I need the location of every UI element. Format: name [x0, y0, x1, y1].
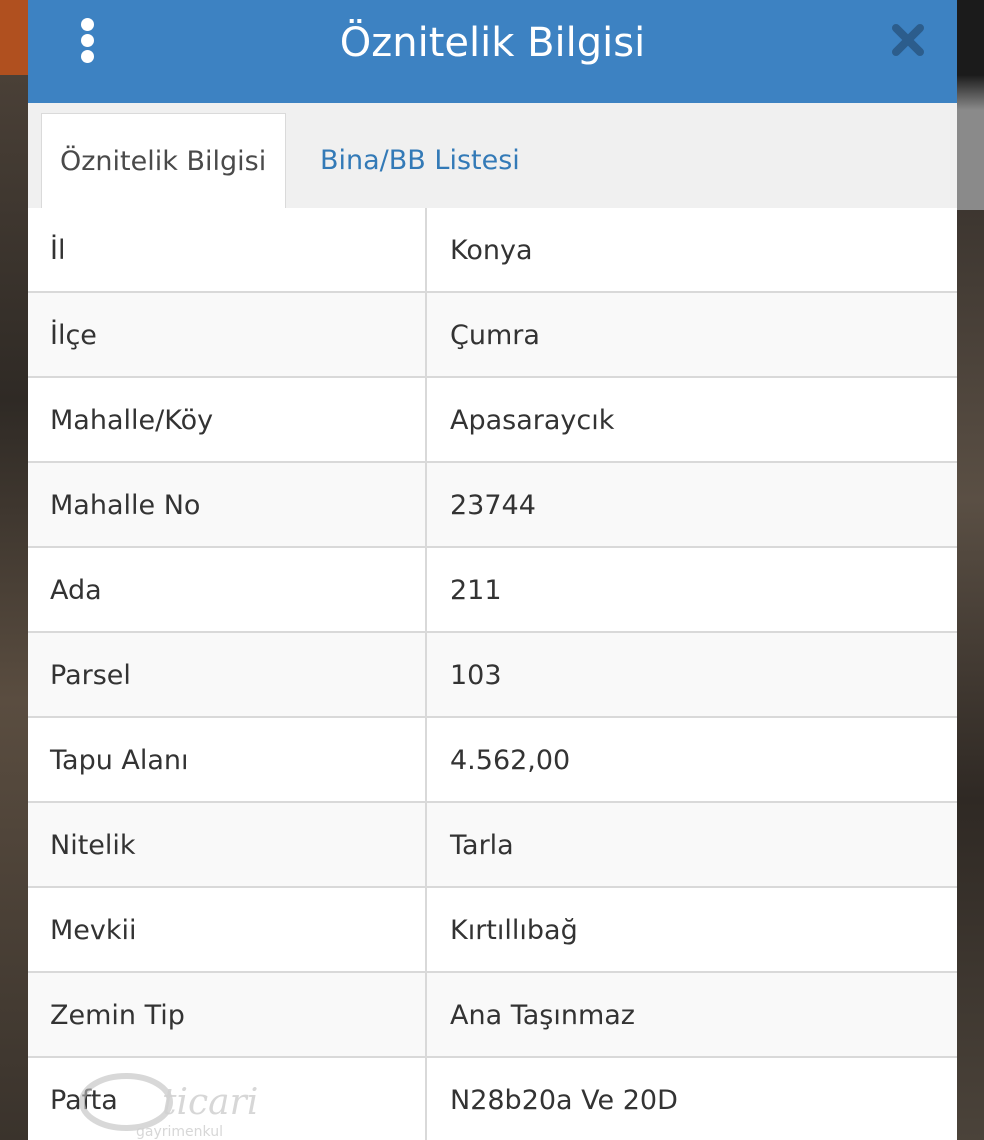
- attribute-value: Ana Taşınmaz: [450, 1000, 635, 1031]
- map-background-right: [956, 0, 984, 1140]
- attribute-value: 211: [450, 575, 502, 606]
- table-row: Mahalle/Köy Apasaraycık: [28, 378, 957, 463]
- attribute-value: N28b20a Ve 20D: [450, 1085, 678, 1116]
- tab-bar: Öznitelik Bilgisi Bina/BB Listesi: [28, 103, 957, 210]
- attribute-key: Mahalle/Köy: [28, 378, 427, 461]
- dialog-title: Öznitelik Bilgisi: [339, 20, 646, 66]
- table-row: Mevkii Kırtıllıbağ: [28, 888, 957, 973]
- attribute-value: Kırtıllıbağ: [450, 915, 578, 946]
- attribute-key: Ada: [28, 548, 427, 631]
- table-row: Pafta N28b20a Ve 20D: [28, 1058, 957, 1140]
- attribute-key: Mevkii: [28, 888, 427, 971]
- attribute-info-dialog: Öznitelik Bilgisi Öznitelik Bilgisi Bina…: [28, 0, 957, 1140]
- attribute-value: Çumra: [450, 320, 540, 351]
- table-row: İl Konya: [28, 208, 957, 293]
- table-row: Nitelik Tarla: [28, 803, 957, 888]
- table-row: İlçe Çumra: [28, 293, 957, 378]
- dialog-header: Öznitelik Bilgisi: [28, 0, 957, 103]
- attribute-key: Zemin Tip: [28, 973, 427, 1056]
- attribute-value: 23744: [450, 490, 536, 521]
- attribute-key: Pafta: [28, 1058, 427, 1140]
- attribute-key: Mahalle No: [28, 463, 427, 546]
- attribute-value: 103: [450, 660, 502, 691]
- table-row: Mahalle No 23744: [28, 463, 957, 548]
- map-background-left: [0, 0, 28, 1140]
- attribute-table: İl Konya İlçe Çumra Mahalle/Köy Apasaray…: [28, 208, 957, 1140]
- attribute-value: Apasaraycık: [450, 405, 615, 436]
- attribute-key: İlçe: [28, 293, 427, 376]
- close-icon[interactable]: [888, 20, 928, 60]
- attribute-value: Tarla: [450, 830, 514, 861]
- tab-building-list[interactable]: Bina/BB Listesi: [298, 113, 542, 209]
- attribute-key: Parsel: [28, 633, 427, 716]
- attribute-value: Konya: [450, 235, 533, 266]
- table-row: Ada 211: [28, 548, 957, 633]
- table-row: Tapu Alanı 4.562,00: [28, 718, 957, 803]
- attribute-key: İl: [28, 208, 427, 291]
- tab-attribute-info[interactable]: Öznitelik Bilgisi: [41, 113, 286, 210]
- table-row: Zemin Tip Ana Taşınmaz: [28, 973, 957, 1058]
- attribute-key: Tapu Alanı: [28, 718, 427, 801]
- attribute-key: Nitelik: [28, 803, 427, 886]
- attribute-value: 4.562,00: [450, 745, 571, 776]
- table-row: Parsel 103: [28, 633, 957, 718]
